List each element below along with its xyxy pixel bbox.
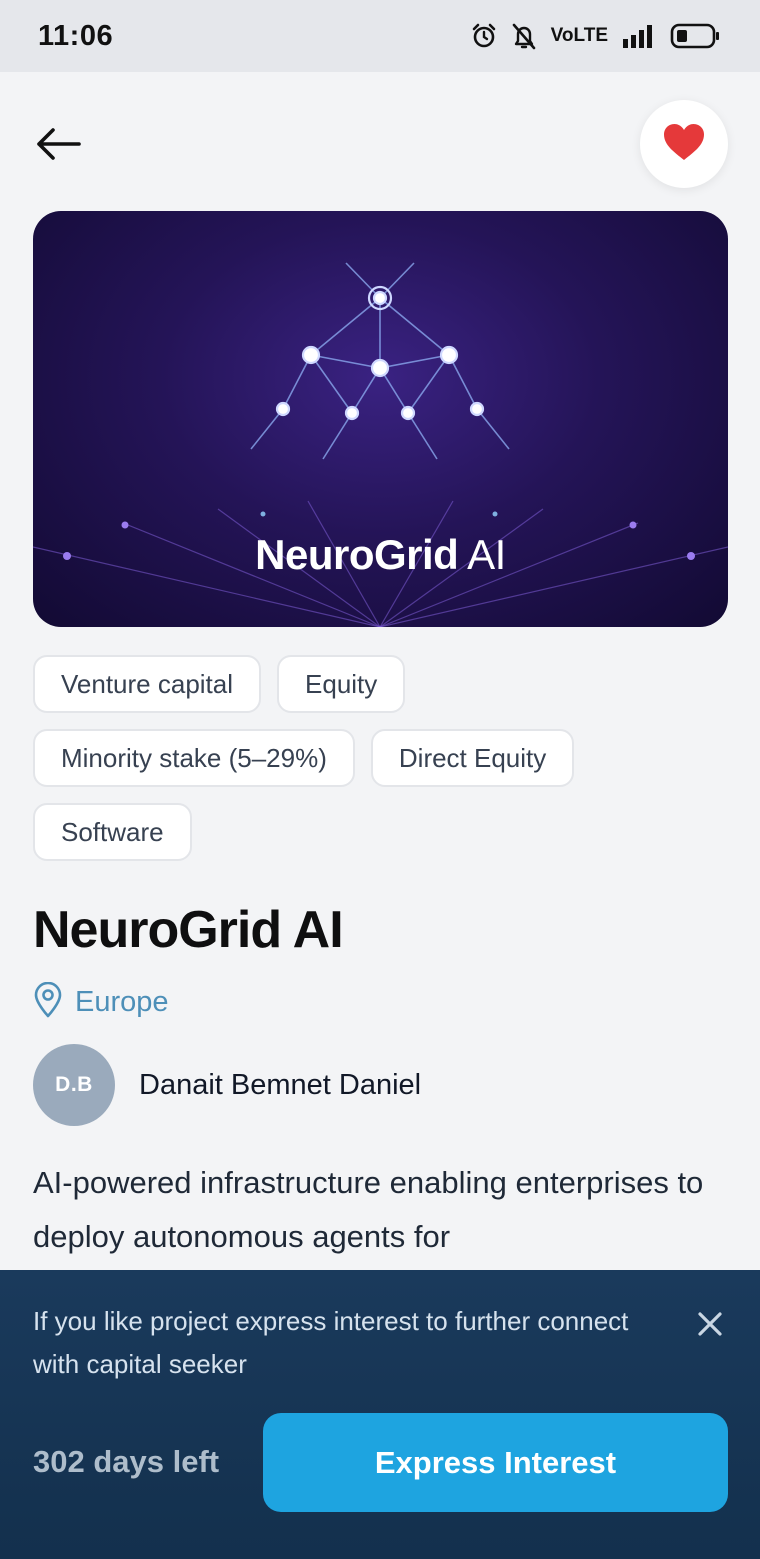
tag-direct-equity[interactable]: Direct Equity	[370, 729, 575, 787]
mute-icon	[511, 22, 537, 50]
battery-icon	[670, 22, 722, 50]
owner-row[interactable]: D.B Danait Bemnet Daniel	[33, 1044, 421, 1126]
signal-icon	[622, 23, 656, 49]
days-left: 302 days left	[33, 1444, 220, 1479]
favorite-button[interactable]	[640, 100, 728, 188]
hero-image: NeuroGrid AI	[33, 211, 728, 627]
tag-list: Venture capital Equity Minority stake (5…	[33, 655, 733, 861]
close-button[interactable]	[690, 1306, 730, 1346]
project-title: NeuroGrid AI	[33, 901, 344, 959]
heart-icon	[662, 122, 706, 167]
close-icon	[696, 1310, 724, 1343]
hero-title-light: AI	[467, 531, 506, 578]
tag-software[interactable]: Software	[33, 803, 192, 861]
interest-panel: If you like project express interest to …	[0, 1270, 760, 1559]
back-button[interactable]	[30, 118, 86, 174]
owner-name: Danait Bemnet Daniel	[139, 1068, 422, 1101]
location: Europe	[33, 981, 169, 1023]
status-bar: 11:06 VoLTE	[0, 0, 760, 72]
status-time: 11:06	[38, 19, 114, 52]
hero-caption: NeuroGrid AI	[33, 531, 728, 579]
arrow-left-icon	[33, 124, 83, 169]
hero-title-bold: NeuroGrid	[255, 531, 459, 578]
map-pin-icon	[33, 981, 63, 1023]
avatar: D.B	[33, 1044, 115, 1126]
project-description: AI-powered infrastructure enabling enter…	[33, 1165, 704, 1254]
interest-message: If you like project express interest to …	[33, 1306, 629, 1379]
tag-equity[interactable]: Equity	[277, 655, 406, 713]
alarm-icon	[471, 23, 497, 49]
location-text: Europe	[75, 986, 169, 1018]
tag-venture-capital[interactable]: Venture capital	[33, 655, 262, 713]
express-interest-button[interactable]: Express Interest	[263, 1413, 728, 1512]
tag-minority-stake[interactable]: Minority stake (5–29%)	[33, 729, 355, 787]
status-icons: VoLTE	[471, 22, 722, 50]
network-label: VoLTE	[550, 25, 608, 46]
